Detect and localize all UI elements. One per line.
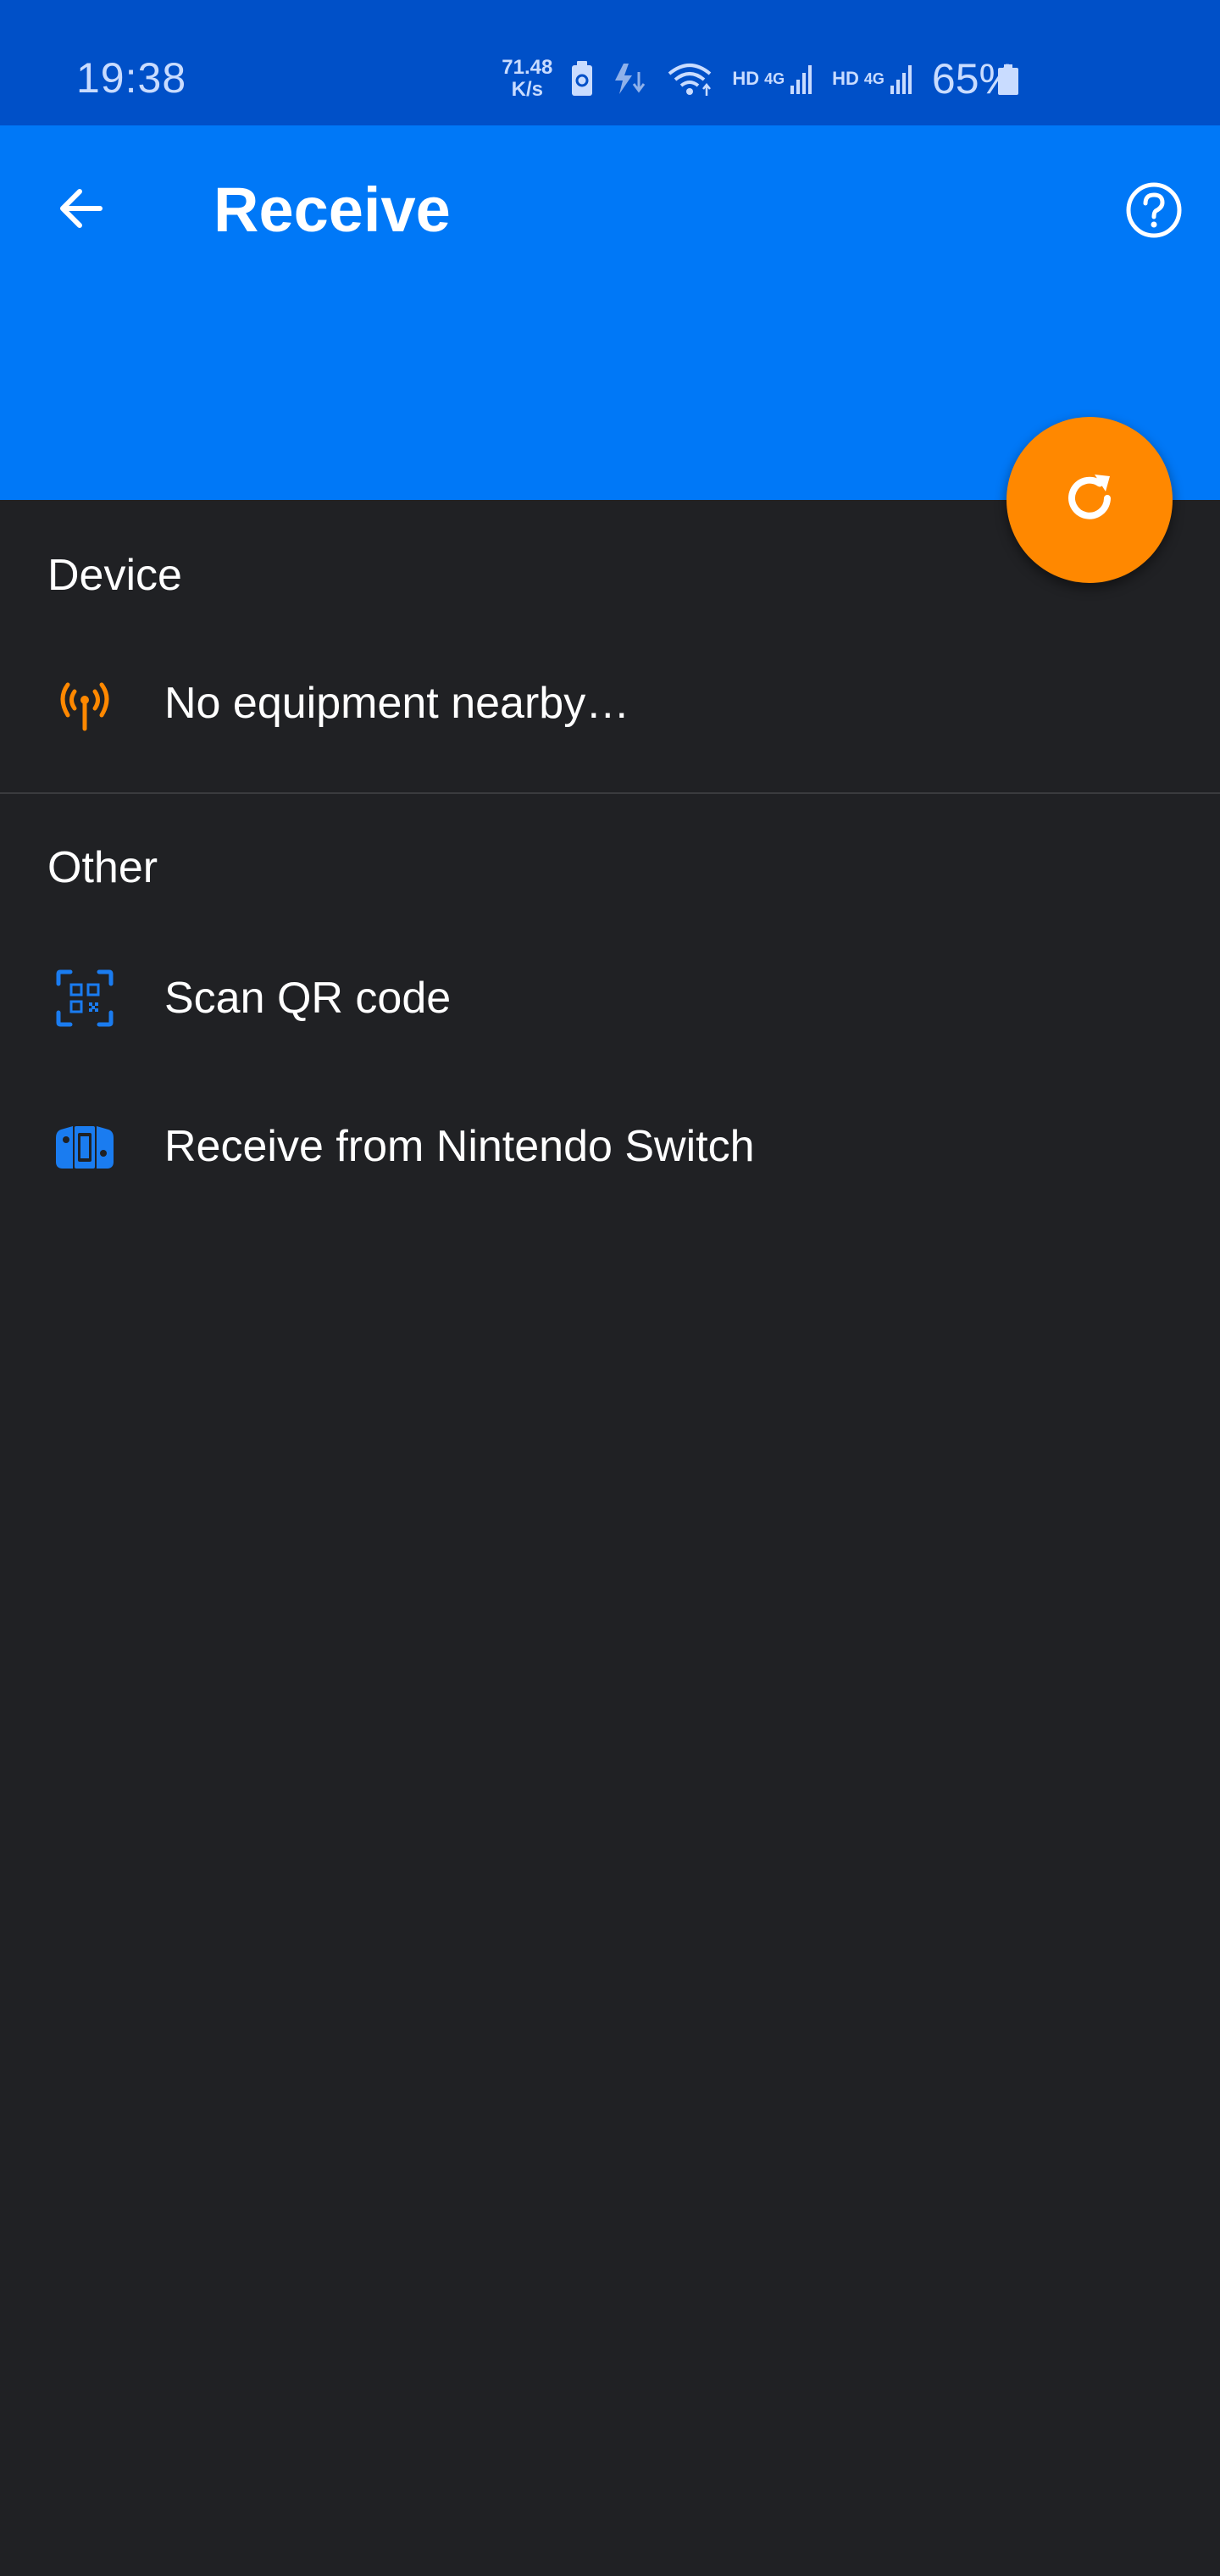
status-time: 19:38 [76,54,187,102]
status-icons: 71.48 K/s HD 4G HD 4G 65% [502,49,1017,108]
network-speed-value: 71.48 [502,56,553,79]
device-empty-state: No equipment nearby… [0,640,1220,767]
network-speed: 71.48 K/s [502,57,552,101]
network-2-type: 4G [863,69,884,87]
refresh-button[interactable] [1006,417,1173,583]
wifi-icon [666,60,715,97]
antenna-icon [51,669,119,737]
section-header-device: Device [47,551,182,600]
network-2: HD 4G [832,62,915,96]
section-header-other: Other [47,843,158,892]
list-item-label: Scan QR code [164,974,452,1023]
device-empty-label: No equipment nearby… [164,679,630,728]
battery-icon [998,64,1018,95]
section-divider [0,792,1220,794]
network-2-hd: HD [832,68,859,89]
battery-saver-icon [569,60,595,97]
list-item-nintendo-switch[interactable]: Receive from Nintendo Switch [0,1083,1220,1210]
back-button[interactable] [47,176,115,244]
page-title: Receive [214,175,451,245]
help-circle-icon [1124,180,1184,244]
arrow-back-icon [54,181,108,240]
network-speed-unit: K/s [511,78,543,101]
qr-scan-icon [51,964,119,1032]
signal-icon [790,62,815,96]
network-1-type: 4G [764,69,785,87]
charging-data-icon [612,60,649,97]
network-1-hd: HD [732,68,760,89]
refresh-icon [1059,468,1120,533]
signal-icon [890,62,915,96]
network-1: HD 4G [732,62,815,96]
nintendo-switch-icon [51,1113,119,1180]
help-button[interactable] [1120,178,1188,246]
list-item-scan-qr[interactable]: Scan QR code [0,935,1220,1062]
list-item-label: Receive from Nintendo Switch [164,1122,755,1171]
status-bar: 19:38 71.48 K/s HD 4G HD 4G 65% [0,0,1220,125]
